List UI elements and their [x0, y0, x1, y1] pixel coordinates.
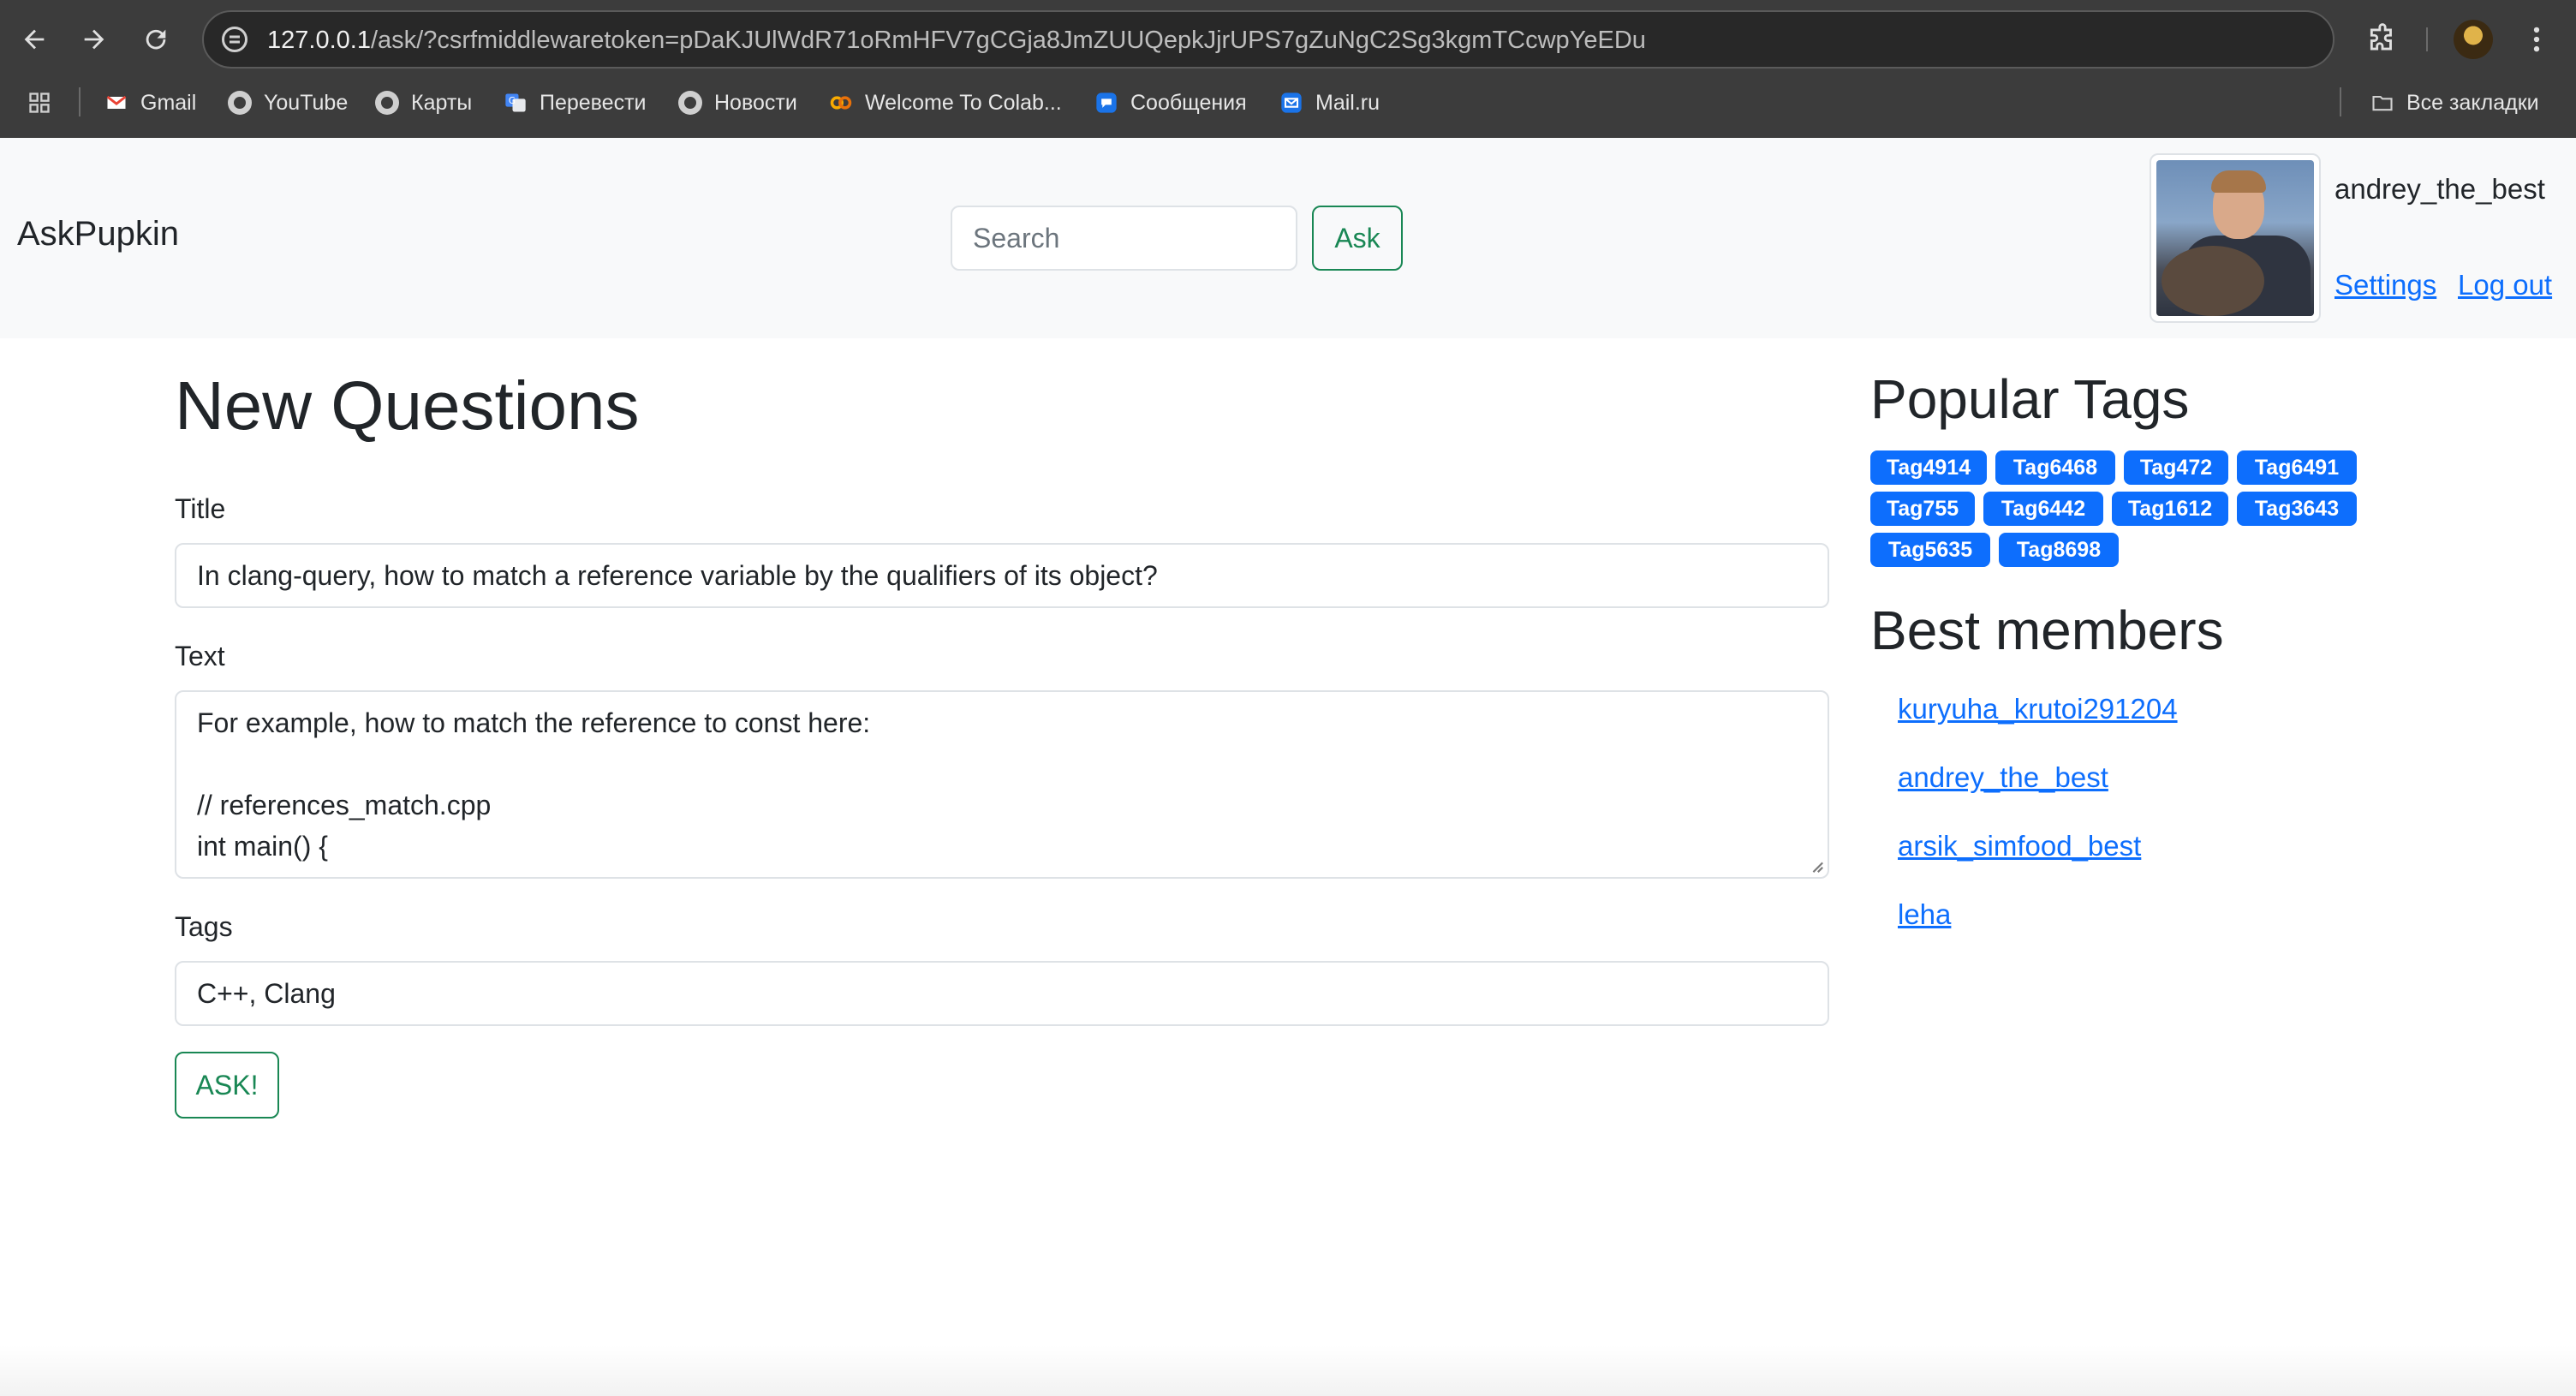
member-link[interactable]: andrey_the_best: [1898, 761, 2108, 795]
bookmark-messages[interactable]: Сообщения: [1094, 86, 1247, 120]
arrow-right-icon: [84, 29, 104, 50]
tag-badge[interactable]: Tag6491: [2237, 450, 2357, 485]
site-header: AskPupkin Ask andrey_the_best Settings L…: [0, 138, 2576, 338]
resize-handle-icon[interactable]: [1809, 858, 1824, 874]
mail-icon: [1281, 92, 1302, 113]
brand-logo[interactable]: AskPupkin: [17, 213, 179, 254]
best-members-title: Best members: [1870, 600, 2224, 661]
gmail-icon: [106, 95, 127, 109]
page-bottom-shadow: [0, 1345, 2576, 1396]
menu-button[interactable]: [2511, 14, 2562, 65]
title-label: Title: [175, 493, 226, 524]
username: andrey_the_best: [2334, 173, 2545, 205]
member-link[interactable]: arsik_simfood_best: [1898, 829, 2141, 863]
tags-label: Tags: [175, 911, 233, 942]
tag-badge[interactable]: Tag5635: [1870, 533, 1990, 567]
back-button[interactable]: [9, 14, 60, 65]
search-input[interactable]: [951, 206, 1297, 271]
browser-chrome: 127.0.0.1/ask/?csrfmiddlewaretoken=pDaKJ…: [0, 0, 2576, 138]
settings-link[interactable]: Settings: [2334, 268, 2436, 302]
profile-button[interactable]: [2448, 14, 2499, 65]
site-info-icon[interactable]: [219, 24, 250, 55]
globe-icon: [678, 91, 702, 115]
avatar: [2150, 153, 2321, 323]
bookmark-mailru[interactable]: Mail.ru: [1279, 86, 1380, 120]
svg-text:G: G: [509, 96, 516, 106]
bookmark-maps[interactable]: Карты: [375, 86, 472, 120]
bookmarks-divider: [79, 87, 80, 116]
bookmarks-bar: Gmail YouTube Карты G Перевести Новости …: [0, 79, 2576, 127]
url-text: 127.0.0.1/ask/?csrfmiddlewaretoken=pDaKJ…: [267, 27, 1646, 54]
tag-badge[interactable]: Tag755: [1870, 492, 1975, 526]
forward-button[interactable]: [69, 14, 120, 65]
bookmark-translate[interactable]: G Перевести: [504, 86, 647, 120]
tag-badge[interactable]: Tag6442: [1983, 492, 2103, 526]
tag-badge[interactable]: Tag1612: [2112, 492, 2228, 526]
title-field[interactable]: In clang-query, how to match a reference…: [175, 543, 1829, 608]
arrow-left-icon: [24, 29, 45, 50]
reload-button[interactable]: [130, 14, 182, 65]
colab-icon: [830, 96, 852, 110]
bookmarks-divider: [2340, 87, 2341, 116]
apps-button[interactable]: [27, 86, 51, 120]
popular-tags-title: Popular Tags: [1870, 368, 2190, 430]
address-bar[interactable]: 127.0.0.1/ask/?csrfmiddlewaretoken=pDaKJ…: [202, 10, 2334, 69]
translate-icon: G: [505, 93, 526, 112]
avatar-image: [2156, 160, 2314, 316]
text-field[interactable]: For example, how to match the reference …: [175, 690, 1829, 879]
toolbar-divider: [2426, 27, 2428, 51]
text-label: Text: [175, 641, 225, 671]
bookmark-news[interactable]: Новости: [678, 86, 797, 120]
puzzle-icon: [2370, 23, 2392, 51]
apps-grid-icon: [29, 92, 50, 113]
logout-link[interactable]: Log out: [2458, 268, 2552, 302]
page-title: New Questions: [175, 367, 640, 444]
bookmark-colab[interactable]: Welcome To Colab...: [829, 86, 1062, 120]
text-line: int main() {: [197, 831, 328, 862]
more-vert-icon: [2533, 27, 2540, 52]
text-line: // references_match.cpp: [197, 790, 492, 820]
bookmark-gmail[interactable]: Gmail: [104, 86, 196, 120]
tag-badge[interactable]: Tag472: [2124, 450, 2228, 485]
tag-badge[interactable]: Tag3643: [2237, 492, 2357, 526]
ask-button[interactable]: Ask: [1312, 206, 1403, 271]
profile-avatar-icon: [2454, 20, 2493, 59]
text-line: [197, 743, 1807, 785]
member-link[interactable]: kuryuha_krutoi291204: [1898, 692, 2178, 726]
messages-icon: [1096, 92, 1117, 113]
folder-icon: [2372, 95, 2393, 111]
submit-question-button[interactable]: ASK!: [175, 1052, 279, 1119]
tag-badge[interactable]: Tag6468: [1995, 450, 2115, 485]
globe-icon: [375, 91, 399, 115]
globe-icon: [228, 91, 252, 115]
tags-field[interactable]: C++, Clang: [175, 961, 1829, 1026]
text-line: For example, how to match the reference …: [197, 707, 871, 738]
member-link[interactable]: leha: [1898, 898, 1951, 932]
reload-icon: [146, 29, 166, 50]
tag-badge[interactable]: Tag8698: [1999, 533, 2119, 567]
all-bookmarks-button[interactable]: Все закладки: [2370, 86, 2539, 120]
tag-badge[interactable]: Tag4914: [1870, 450, 1987, 485]
bookmark-youtube[interactable]: YouTube: [228, 86, 348, 120]
extensions-button[interactable]: [2357, 14, 2408, 65]
